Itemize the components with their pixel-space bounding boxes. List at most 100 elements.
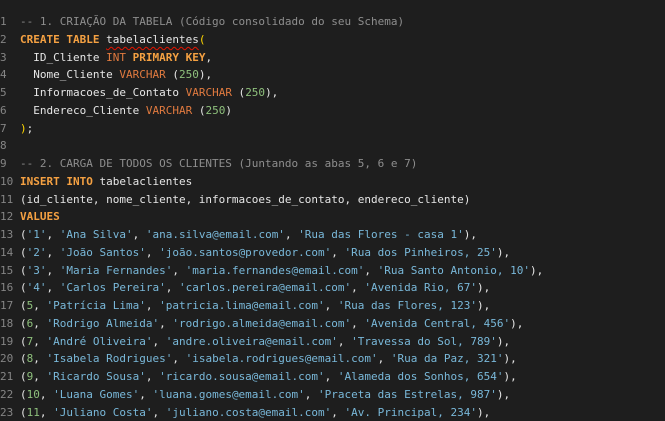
- code-line[interactable]: 20(8, 'Isabela Rodrigues', 'isabela.rodr…: [0, 350, 665, 368]
- code-line[interactable]: 23(11, 'Juliano Costa', 'juliano.costa@e…: [0, 404, 665, 421]
- code-content[interactable]: ('3', 'Maria Fernandes', 'maria.fernande…: [20, 264, 543, 277]
- code-content[interactable]: ('4', 'Carlos Pereira', 'carlos.pereira@…: [20, 281, 490, 294]
- code-content[interactable]: VALUES: [20, 210, 60, 223]
- token-string: '3': [27, 264, 47, 277]
- token-plain: (: [20, 299, 27, 312]
- token-string: 'Rua das Flores, 123': [338, 299, 477, 312]
- token-plain: ,: [166, 281, 179, 294]
- code-line[interactable]: 15('3', 'Maria Fernandes', 'maria.fernan…: [0, 262, 665, 280]
- code-line[interactable]: 3 ID_Cliente INT PRIMARY KEY,: [0, 49, 665, 67]
- token-type: VARCHAR: [146, 104, 192, 117]
- token-plain: ,: [305, 388, 318, 401]
- code-line[interactable]: 1-- 1. CRIAÇÃO DA TABELA (Código consoli…: [0, 13, 665, 31]
- token-plain: (: [20, 228, 27, 241]
- token-number: 250: [205, 104, 225, 117]
- line-number: 10: [0, 173, 20, 191]
- code-content[interactable]: (id_cliente, nome_cliente, informacoes_d…: [20, 193, 470, 206]
- token-string: '2': [27, 246, 47, 259]
- code-content[interactable]: (8, 'Isabela Rodrigues', 'isabela.rodrig…: [20, 352, 517, 365]
- code-line[interactable]: 5 Informacoes_de_Contato VARCHAR (250),: [0, 84, 665, 102]
- line-number: 23: [0, 404, 20, 421]
- code-line[interactable]: 11(id_cliente, nome_cliente, informacoes…: [0, 191, 665, 209]
- code-content[interactable]: (10, 'Luana Gomes', 'luana.gomes@email.c…: [20, 388, 510, 401]
- code-line[interactable]: 13('1', 'Ana Silva', 'ana.silva@email.co…: [0, 226, 665, 244]
- code-content[interactable]: INSERT INTO tabelaclientes: [20, 175, 192, 188]
- code-line[interactable]: 22(10, 'Luana Gomes', 'luana.gomes@email…: [0, 386, 665, 404]
- code-line[interactable]: 19(7, 'André Oliveira', 'andre.oliveira@…: [0, 333, 665, 351]
- token-plain: ,: [205, 51, 212, 64]
- token-plain: ),: [477, 281, 490, 294]
- code-line[interactable]: 10INSERT INTO tabelaclientes: [0, 173, 665, 191]
- code-content[interactable]: ('2', 'João Santos', 'joão.santos@proved…: [20, 246, 510, 259]
- code-line[interactable]: 14('2', 'João Santos', 'joão.santos@prov…: [0, 244, 665, 262]
- token-string: 'patricia.lima@email.com': [159, 299, 325, 312]
- line-number: 6: [0, 102, 20, 120]
- code-content[interactable]: Nome_Cliente VARCHAR (250),: [20, 68, 212, 81]
- code-line[interactable]: 8: [0, 137, 665, 155]
- code-content[interactable]: -- 1. CRIAÇÃO DA TABELA (Código consolid…: [20, 15, 404, 28]
- line-number: 2: [0, 31, 20, 49]
- token-plain: ,: [33, 317, 46, 330]
- token-plain: (: [232, 86, 245, 99]
- token-plain: ,: [146, 299, 159, 312]
- token-plain: ,: [325, 299, 338, 312]
- code-line[interactable]: 2CREATE TABLE tabelaclientes(: [0, 31, 665, 49]
- token-plain: Endereco_Cliente: [20, 104, 146, 117]
- line-number: 15: [0, 262, 20, 280]
- line-number: 16: [0, 279, 20, 297]
- code-line[interactable]: 21(9, 'Ricardo Sousa', 'ricardo.sousa@em…: [0, 368, 665, 386]
- code-content[interactable]: Informacoes_de_Contato VARCHAR (250),: [20, 86, 278, 99]
- token-string: 'Rua das Flores - casa 1': [298, 228, 464, 241]
- token-string: 'maria.fernandes@email.com': [186, 264, 365, 277]
- code-content[interactable]: CREATE TABLE tabelaclientes(: [20, 33, 205, 46]
- token-plain: ),: [530, 264, 543, 277]
- token-number: 250: [179, 68, 199, 81]
- code-content[interactable]: -- 2. CARGA DE TODOS OS CLIENTES (Juntan…: [20, 157, 417, 170]
- token-string: 'isabela.rodrigues@email.com': [186, 352, 378, 365]
- line-number: 22: [0, 386, 20, 404]
- token-plain: ,: [159, 317, 172, 330]
- code-line[interactable]: 18(6, 'Rodrigo Almeida', 'rodrigo.almeid…: [0, 315, 665, 333]
- code-content[interactable]: (11, 'Juliano Costa', 'juliano.costa@ema…: [20, 406, 490, 419]
- token-plain: (: [20, 281, 27, 294]
- code-line[interactable]: 4 Nome_Cliente VARCHAR (250),: [0, 66, 665, 84]
- line-number: 13: [0, 226, 20, 244]
- token-string: 'Avenida Central, 456': [364, 317, 510, 330]
- token-plain: ,: [33, 370, 46, 383]
- token-plain: ),: [497, 335, 510, 348]
- code-line[interactable]: 17(5, 'Patrícia Lima', 'patricia.lima@em…: [0, 297, 665, 315]
- line-number: 12: [0, 208, 20, 226]
- code-line[interactable]: 16('4', 'Carlos Pereira', 'carlos.pereir…: [0, 279, 665, 297]
- code-content[interactable]: (7, 'André Oliveira', 'andre.oliveira@em…: [20, 335, 510, 348]
- token-string: 'Rua da Paz, 321': [391, 352, 504, 365]
- token-plain: ),: [497, 388, 510, 401]
- token-plain: ,: [331, 246, 344, 259]
- token-plain: ,: [172, 352, 185, 365]
- token-plain: ),: [477, 406, 490, 419]
- code-content[interactable]: (9, 'Ricardo Sousa', 'ricardo.sousa@emai…: [20, 370, 517, 383]
- token-squiggle: tabelaclientes: [106, 33, 199, 46]
- code-content[interactable]: (5, 'Patrícia Lima', 'patricia.lima@emai…: [20, 299, 490, 312]
- code-content[interactable]: ('1', 'Ana Silva', 'ana.silva@email.com'…: [20, 228, 477, 241]
- code-line[interactable]: 6 Endereco_Cliente VARCHAR (250): [0, 102, 665, 120]
- code-content[interactable]: Endereco_Cliente VARCHAR (250): [20, 104, 232, 117]
- line-number: 11: [0, 191, 20, 209]
- code-content[interactable]: (6, 'Rodrigo Almeida', 'rodrigo.almeida@…: [20, 317, 523, 330]
- code-line[interactable]: 12VALUES: [0, 208, 665, 226]
- line-number: 5: [0, 84, 20, 102]
- token-type: INT: [106, 51, 126, 64]
- token-string: 'Juliano Costa': [53, 406, 152, 419]
- code-editor[interactable]: 1-- 1. CRIAÇÃO DA TABELA (Código consoli…: [0, 13, 665, 411]
- code-content[interactable]: ID_Cliente INT PRIMARY KEY,: [20, 51, 212, 64]
- token-comment: -- 1. CRIAÇÃO DA TABELA (Código consolid…: [20, 15, 404, 28]
- token-plain: (: [20, 264, 27, 277]
- token-plain: ,: [146, 246, 159, 259]
- code-line[interactable]: 7);: [0, 120, 665, 138]
- token-plain: ,: [152, 335, 165, 348]
- token-string: 'carlos.pereira@email.com': [179, 281, 351, 294]
- token-string: 'ana.silva@email.com': [146, 228, 285, 241]
- code-line[interactable]: 9-- 2. CARGA DE TODOS OS CLIENTES (Junta…: [0, 155, 665, 173]
- code-content[interactable]: );: [20, 122, 33, 135]
- token-plain: Informacoes_de_Contato: [20, 86, 186, 99]
- token-string: 'andre.oliveira@email.com': [166, 335, 338, 348]
